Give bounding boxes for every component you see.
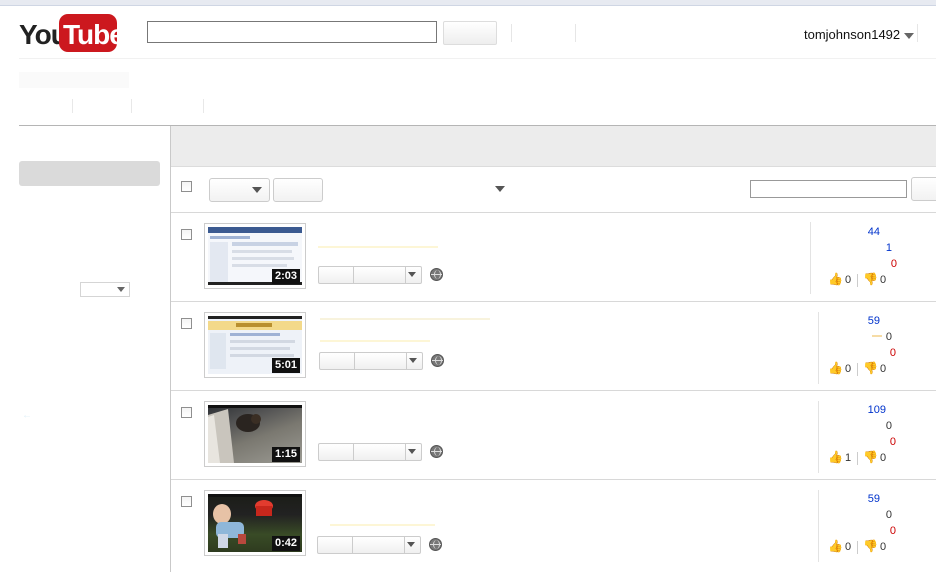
view-count[interactable]: 59 — [850, 315, 880, 327]
select-all-checkbox[interactable] — [181, 181, 192, 192]
thumbnail-image: 2:03 — [208, 227, 302, 285]
search-button[interactable] — [443, 21, 497, 45]
stat-count: 1 — [885, 242, 892, 254]
video-description-placeholder — [330, 524, 435, 526]
thumbs-down-icon: 👎 — [863, 450, 878, 464]
thumbs-down-icon: 👎 — [863, 361, 878, 375]
dislike-count: 0 — [880, 274, 887, 286]
search-input[interactable] — [147, 21, 437, 43]
view-count[interactable]: 44 — [850, 226, 880, 238]
video-title-placeholder — [320, 318, 490, 320]
video-checkbox[interactable] — [181, 407, 192, 418]
edit-actions-button[interactable] — [319, 352, 423, 370]
like-count: 0 — [845, 274, 852, 286]
stat-count: 0 — [885, 331, 892, 343]
thumbs-up-icon: 👍 — [828, 450, 843, 464]
caret-down-icon — [252, 187, 262, 193]
thumbnail-image: 0:42 — [208, 494, 302, 552]
stat-count: 0 — [885, 509, 892, 521]
stat-count: 0 — [885, 420, 892, 432]
like-count: 1 — [845, 452, 852, 464]
sort-caret-down-icon[interactable] — [495, 186, 505, 192]
header-divider — [511, 24, 512, 42]
stats-divider — [818, 490, 819, 562]
caret-down-icon — [904, 32, 915, 39]
thumbs-down-icon: 👎 — [863, 272, 878, 286]
back-arrow-icon[interactable]: ← — [22, 410, 32, 421]
dislike-count: 0 — [880, 363, 887, 375]
edit-actions-button[interactable] — [318, 266, 422, 284]
duration-badge: 0:42 — [271, 536, 300, 551]
stat-count: 0 — [889, 525, 896, 537]
user-menu[interactable]: tomjohnson1492 — [804, 27, 915, 42]
like-count: 0 — [845, 363, 852, 375]
video-checkbox[interactable] — [181, 318, 192, 329]
thumbs-up-icon: 👍 — [828, 361, 843, 375]
window-top-border — [0, 0, 936, 6]
globe-icon — [431, 354, 444, 367]
thumbs-up-icon: 👍 — [828, 539, 843, 553]
thumbs-up-icon: 👍 — [828, 272, 843, 286]
view-count[interactable]: 109 — [856, 404, 886, 416]
youtube-logo[interactable]: You Tube — [19, 13, 117, 53]
caret-down-icon — [409, 358, 417, 363]
duration-badge: 1:15 — [271, 447, 300, 462]
view-count[interactable]: 59 — [850, 493, 880, 505]
row-divider — [171, 479, 936, 480]
row-divider — [171, 212, 936, 213]
filter-input[interactable] — [750, 180, 907, 198]
thumbnail-image: 5:01 — [208, 316, 302, 374]
video-thumbnail[interactable]: 2:03 — [204, 223, 306, 289]
caret-down-icon — [407, 542, 415, 547]
thumbs-down-icon: 👎 — [863, 539, 878, 553]
duration-badge: 5:01 — [271, 358, 300, 373]
stat-separator — [857, 452, 858, 465]
globe-icon — [429, 538, 442, 551]
stats-divider — [818, 401, 819, 473]
logo-tube-text: Tube — [63, 19, 117, 50]
row-divider — [171, 301, 936, 302]
stats-divider — [818, 312, 819, 384]
globe-icon — [430, 445, 443, 458]
dislike-count: 0 — [880, 452, 887, 464]
video-checkbox[interactable] — [181, 496, 192, 507]
header-divider — [575, 24, 576, 42]
username: tomjohnson1492 — [804, 27, 901, 42]
caret-down-icon — [408, 272, 416, 277]
dislike-count: 0 — [880, 541, 887, 553]
stats-divider — [810, 222, 811, 294]
thumbnail-image: 1:15 — [208, 405, 302, 463]
caret-down-icon — [117, 287, 125, 292]
actions-dropdown[interactable] — [209, 178, 270, 202]
stat-separator — [857, 363, 858, 376]
edit-actions-button[interactable] — [318, 443, 422, 461]
video-thumbnail[interactable]: 5:01 — [204, 312, 306, 378]
page-title — [19, 72, 129, 88]
duration-badge: 2:03 — [271, 269, 300, 284]
content-border — [170, 126, 171, 572]
video-thumbnail[interactable]: 1:15 — [204, 401, 306, 467]
filter-button[interactable] — [911, 177, 936, 201]
stat-count: 0 — [890, 258, 897, 270]
globe-icon — [430, 268, 443, 281]
video-checkbox[interactable] — [181, 229, 192, 240]
video-title-placeholder — [318, 246, 438, 248]
manager-tabs[interactable] — [19, 96, 269, 114]
header-divider — [917, 24, 918, 42]
stat-count: 0 — [889, 436, 896, 448]
sidebar-item-active[interactable] — [19, 161, 160, 186]
like-count: 0 — [845, 541, 852, 553]
stat-separator — [857, 541, 858, 554]
video-description-placeholder — [320, 340, 430, 342]
video-thumbnail[interactable]: 0:42 — [204, 490, 306, 556]
sidebar-select[interactable] — [80, 282, 130, 297]
header-divider — [19, 58, 936, 59]
video-list-header — [171, 126, 936, 167]
caret-down-icon — [408, 449, 416, 454]
stat-count: 0 — [889, 347, 896, 359]
toolbar-button[interactable] — [273, 178, 323, 202]
stat-separator — [857, 274, 858, 287]
row-divider — [171, 390, 936, 391]
edit-actions-button[interactable] — [317, 536, 421, 554]
